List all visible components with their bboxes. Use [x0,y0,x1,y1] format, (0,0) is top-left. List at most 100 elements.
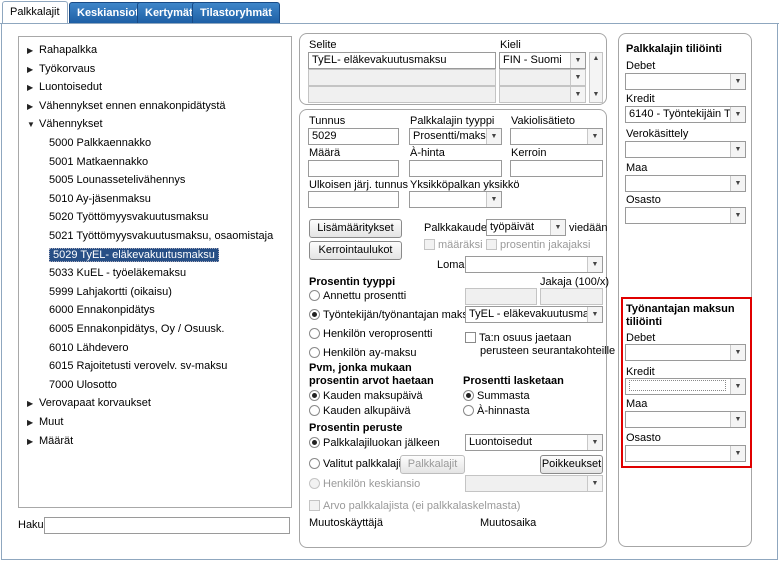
tree-item[interactable]: 5020 Työttömyysvakuutusmaksu [49,208,208,226]
tyontekija-label: Työntekijän/työnantajan maksu [323,309,475,321]
radio-icon [463,390,474,401]
employer-debet-select[interactable]: ▼ [625,344,746,361]
scroll-down-icon[interactable]: ▼ [590,89,602,101]
tab-keskiansiot[interactable]: Keskiansiot [69,2,147,24]
expand-right-icon[interactable]: ▶ [27,42,39,60]
selite-input-3[interactable] [308,86,496,103]
kauden-maksu-radio[interactable]: Kauden maksupäivä [309,390,423,402]
palkkalaji-tree[interactable]: ▶ Rahapalkka ▶ Työkorvaus ▶ Luontoisedut ▶ Vähe… [18,36,292,508]
tree-folder[interactable]: ▶ Vähennykset ennen ennakonpidätystä [27,97,226,115]
veroprosentti-radio[interactable]: Henkilön veroprosentti [309,328,432,340]
tab-bar: Palkkalajit Keskiansiot Kertymät Tilasto… [0,0,779,24]
poikkeukset-button[interactable]: Poikkeukset [540,455,603,474]
tree-folder[interactable]: ▼ Vähennykset [27,115,103,133]
tree-item-label: Vähennykset [39,118,103,131]
ahinnasta-radio[interactable]: À-hinnasta [463,405,530,417]
tab-palkkalajit[interactable]: Palkkalajit [2,1,68,24]
tree-item[interactable]: 6000 Ennakonpidätys [49,301,155,319]
tree-folder[interactable]: ▶ Rahapalkka [27,41,97,59]
expand-right-icon[interactable]: ▶ [27,433,39,451]
loma-select[interactable]: ▼ [465,256,603,273]
employer-kredit-select[interactable]: ▼ [625,378,746,395]
kieli-select[interactable]: FIN - Suomi ▼ [499,52,586,69]
tree-item[interactable]: 5005 Lounassetelivähennys [49,171,185,189]
expand-right-icon[interactable]: ▶ [27,414,39,432]
chevron-down-icon: ▼ [486,192,501,207]
vakio-select[interactable]: ▼ [510,128,603,145]
tree-folder[interactable]: ▶ Verovapaat korvaukset [27,394,151,412]
valitut-radio[interactable]: Valitut palkkalajit [309,458,404,470]
prosentti-input[interactable] [465,288,537,305]
tree-folder[interactable]: ▶ Luontoisedut [27,78,102,96]
vero-select[interactable]: ▼ [625,141,746,158]
debet-label: Debet [626,60,656,72]
kauden-alku-label: Kauden alkupäivä [323,405,411,417]
ay-maksu-radio[interactable]: Henkilön ay-maksu [309,347,417,359]
tree-item[interactable]: 6015 Rajoitetusti verovelv. sv-maksu [49,357,227,375]
osuus-checkbox[interactable]: Ta:n osuus jaetaan [465,332,571,344]
tree-item[interactable]: 5999 Lahjakortti (oikaisu) [49,283,172,301]
tree-item-label: Vähennykset ennen ennakonpidätystä [39,99,226,112]
selite-input[interactable]: TyEL- eläkevakuutusmaksu [308,52,496,69]
tyyppi-select[interactable]: Prosentti/maksu ▼ [409,128,502,145]
kieli-select-3[interactable]: ▼ [499,86,586,103]
checkbox-icon [486,239,497,250]
osasto-select[interactable]: ▼ [625,207,746,224]
kieli-select-2[interactable]: ▼ [499,69,586,86]
kerrointaulukot-button[interactable]: Kerrointaulukot [309,241,402,260]
summasta-radio[interactable]: Summasta [463,390,530,402]
employer-maa-select[interactable]: ▼ [625,411,746,428]
expand-right-icon[interactable]: ▶ [27,79,39,97]
tree-item[interactable]: 5001 Matkaennakko [49,153,148,171]
tree-item[interactable]: 5000 Palkkaennakko [49,134,151,152]
ulkoinen-input[interactable] [308,191,399,208]
tree-item[interactable]: 5029 TyEL- eläkevakuutusmaksu [49,246,219,264]
yksikko-select[interactable]: ▼ [409,191,502,208]
employer-debet-label: Debet [626,332,656,344]
annettu-radio[interactable]: Annettu prosentti [309,290,406,302]
maaraksi-checkbox[interactable]: määräksi [424,239,483,251]
arvo-checkbox[interactable]: Arvo palkkalajista (ei palkkalaskelmasta… [309,500,520,512]
tyontekija-radio[interactable]: Työntekijän/työnantajan maksu [309,309,474,321]
kerroin-input[interactable] [510,160,603,177]
kauden-alku-radio[interactable]: Kauden alkupäivä [309,405,410,417]
tree-item[interactable]: 6010 Lähdevero [49,339,129,357]
tunnus-input[interactable]: 5029 [308,128,399,145]
ahinta-input[interactable] [409,160,502,177]
tree-item[interactable]: 5021 Työttömyysvakuutusmaksu, osaomistaj… [49,227,273,245]
palkkalajit-button[interactable]: Palkkalajit [400,455,465,474]
luokan-jalkeen-radio[interactable]: Palkkalajiluokan jälkeen [309,437,440,449]
description-scrollbar[interactable]: ▲ ▼ [589,52,603,103]
palkkakauden-select[interactable]: työpäivät ▼ [486,219,566,236]
kredit-select[interactable]: 6140 - Työntekijäin Ty ▼ [625,106,746,123]
tree-item[interactable]: 5033 KuEL - työeläkemaksu [49,264,186,282]
tree-item[interactable]: 6005 Ennakonpidätys, Oy / Osuusk. [49,320,225,338]
palkkakauden-value: työpäivät [490,221,535,233]
jakajaksi-checkbox[interactable]: prosentin jakajaksi [486,239,591,251]
expand-right-icon[interactable]: ▶ [27,395,39,413]
maara-input[interactable] [308,160,399,177]
tree-folder[interactable]: ▶ Työkorvaus [27,60,95,78]
tyontekija-select[interactable]: TyEL - eläkevakuutusmaksu ▼ [465,306,603,323]
debet-select[interactable]: ▼ [625,73,746,90]
selite-input-2[interactable] [308,69,496,86]
tree-item-label: 6010 Lähdevero [49,341,129,354]
tree-folder[interactable]: ▶ Muut [27,413,63,431]
tree-item[interactable]: 7000 Ulosotto [49,376,117,394]
lisamaaritykset-button[interactable]: Lisämääritykset [309,219,402,238]
maa-select[interactable]: ▼ [625,175,746,192]
tree-folder[interactable]: ▶ Määrät [27,432,73,450]
scroll-up-icon[interactable]: ▲ [590,53,602,65]
search-input[interactable] [44,517,290,534]
tree-item[interactable]: 5010 Ay-jäsenmaksu [49,190,151,208]
expand-right-icon[interactable]: ▶ [27,61,39,79]
employer-osasto-select[interactable]: ▼ [625,445,746,462]
expand-down-icon[interactable]: ▼ [27,116,39,134]
keskiansio-radio[interactable]: Henkilön keskiansio [309,478,420,490]
expand-right-icon[interactable]: ▶ [27,98,39,116]
luokka-select[interactable]: Luontoisedut ▼ [465,434,603,451]
tab-tilastoryhmat[interactable]: Tilastoryhmät [192,2,280,24]
jakaja-input[interactable] [540,288,603,305]
keskiansio-select[interactable]: ▼ [465,475,603,492]
chevron-down-icon: ▼ [587,129,602,144]
